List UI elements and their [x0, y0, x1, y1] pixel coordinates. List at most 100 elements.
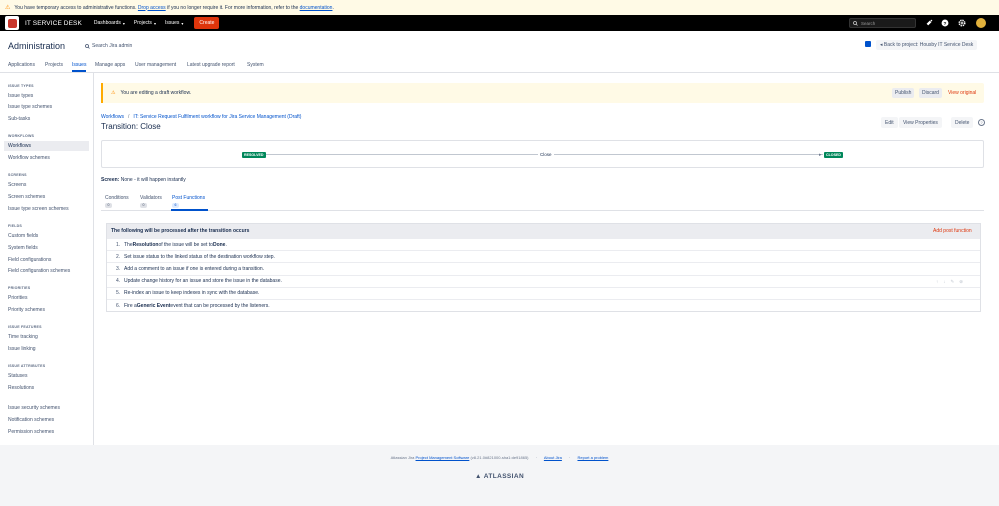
sidebar-item-screens[interactable]: Screens: [8, 182, 26, 188]
banner-suffix: .: [332, 4, 334, 11]
sidebar-item-screen-schemes[interactable]: Screen schemes: [8, 194, 45, 200]
sidebar-item-priority-schemes[interactable]: Priority schemes: [8, 307, 45, 313]
tabs-divider: [101, 210, 984, 211]
report-problem-link[interactable]: Report a problem: [577, 455, 608, 460]
banner-middle: if you no longer require it. For more in…: [167, 4, 299, 11]
row-actions: ↑ ↓ ✎ ⊗: [936, 279, 963, 285]
warning-icon: ⚠: [111, 90, 116, 96]
admin-tabs: Applications Projects Issues Manage apps…: [0, 61, 999, 73]
sidebar-item-resolutions[interactable]: Resolutions: [8, 385, 34, 391]
sidebar-section-workflows: WORKFLOWS: [8, 134, 35, 138]
back-to-project-button[interactable]: ◂ Back to project: Housby IT Service Des…: [876, 40, 978, 50]
atlassian-logo[interactable]: ▲ ATLASSIAN: [0, 473, 999, 480]
sidebar-section-issue-types: ISSUE TYPES: [8, 84, 34, 88]
admin-access-banner: ⚠ You have temporary access to administr…: [0, 0, 999, 15]
post-function-row: 3. Add a comment to an issue if one is e…: [107, 262, 980, 274]
breadcrumb-workflow[interactable]: IT: Service Request Fulfilment workflow …: [133, 114, 301, 120]
settings-gear-icon[interactable]: [957, 18, 967, 28]
pms-link[interactable]: Project Management Software: [416, 455, 470, 460]
notifications-icon[interactable]: [924, 18, 934, 28]
move-up-icon[interactable]: ↑: [936, 279, 938, 285]
transition-name: Close: [538, 152, 554, 157]
about-jira-link[interactable]: About Jira: [544, 455, 562, 460]
tab-user-management[interactable]: User management: [135, 62, 176, 72]
draft-workflow-message: ⚠ You are editing a draft workflow. Publ…: [101, 83, 984, 103]
sidebar-item-priorities[interactable]: Priorities: [8, 295, 27, 301]
global-search-input[interactable]: Search: [849, 18, 916, 28]
delete-button[interactable]: Delete: [951, 117, 974, 128]
nav-dashboards[interactable]: Dashboards ▾: [94, 20, 125, 26]
discard-button[interactable]: Discard: [919, 88, 942, 98]
sidebar-item-custom-fields[interactable]: Custom fields: [8, 233, 38, 239]
view-original-link[interactable]: View original: [948, 90, 976, 96]
page-title: Administration: [8, 41, 66, 51]
status-badge-to: CLOSED: [824, 152, 843, 158]
screen-info: Screen: None - it will happen instantly: [101, 177, 186, 183]
create-button[interactable]: Create: [194, 17, 220, 29]
sidebar-item-notification-schemes[interactable]: Notification schemes: [8, 417, 54, 423]
tab-applications[interactable]: Applications: [8, 62, 35, 72]
post-function-row: 6. Fire a Generic Event event that can b…: [107, 298, 980, 311]
sidebar-item-issue-security-schemes[interactable]: Issue security schemes: [8, 405, 60, 411]
screen-label: Screen:: [101, 177, 120, 183]
post-function-row: 2. Set issue status to the linked status…: [107, 250, 980, 262]
edit-icon[interactable]: ✎: [951, 279, 955, 285]
help-icon[interactable]: ?: [978, 119, 985, 126]
view-properties-button[interactable]: View Properties: [899, 117, 942, 128]
screen-value: None - it will happen instantly: [120, 177, 186, 183]
search-icon: [853, 20, 858, 26]
nav-projects[interactable]: Projects ▾: [134, 20, 156, 26]
sidebar-section-issue-features: ISSUE FEATURES: [8, 325, 42, 329]
sidebar-item-workflow-schemes[interactable]: Workflow schemes: [8, 155, 50, 161]
count-badge: 0: [105, 203, 112, 208]
sidebar-section-priorities: PRIORITIES: [8, 286, 31, 290]
post-function-row: 4. Update change history for an issue an…: [107, 274, 980, 287]
tab-conditions[interactable]: Conditions 0: [105, 195, 129, 208]
nav-issues[interactable]: Issues ▾: [165, 20, 183, 26]
sidebar-item-statuses[interactable]: Statuses: [8, 373, 27, 379]
sidebar-item-issue-type-schemes[interactable]: Issue type schemes: [8, 104, 52, 110]
tab-post-functions[interactable]: Post Functions 6: [172, 195, 205, 208]
count-badge: 6: [172, 203, 179, 208]
edit-button[interactable]: Edit: [881, 117, 898, 128]
active-tab-indicator: [171, 209, 208, 211]
sidebar-item-issue-type-screen-schemes[interactable]: Issue type screen schemes: [8, 206, 69, 212]
sidebar-item-field-configuration-schemes[interactable]: Field configuration schemes: [8, 268, 70, 274]
help-icon[interactable]: ?: [940, 18, 950, 28]
brand-title[interactable]: IT SERVICE DESK: [25, 20, 82, 27]
footer-links: Atlassian Jira Project Management Softwa…: [390, 455, 609, 460]
sidebar-section-screens: SCREENS: [8, 173, 27, 177]
post-functions-header: The following will be processed after th…: [107, 224, 980, 238]
app-logo-icon[interactable]: [5, 16, 19, 30]
top-navigation: IT SERVICE DESK Dashboards ▾ Projects ▾ Is…: [0, 15, 999, 31]
tab-validators[interactable]: Validators 0: [140, 195, 162, 208]
publish-button[interactable]: Publish: [892, 88, 915, 98]
drop-access-link[interactable]: Drop access: [138, 5, 166, 11]
tab-issues[interactable]: Issues: [72, 62, 87, 72]
sidebar-item-field-configurations[interactable]: Field configurations: [8, 257, 51, 263]
sidebar-item-permission-schemes[interactable]: Permission schemes: [8, 429, 54, 435]
tab-projects[interactable]: Projects: [45, 62, 63, 72]
tab-manage-apps[interactable]: Manage apps: [95, 62, 125, 72]
svg-text:?: ?: [944, 21, 947, 27]
draft-message-text: You are editing a draft workflow.: [120, 90, 192, 96]
tab-latest-upgrade-report[interactable]: Latest upgrade report: [187, 62, 235, 72]
breadcrumb-workflows[interactable]: Workflows: [101, 114, 124, 120]
sidebar-item-time-tracking[interactable]: Time tracking: [8, 334, 38, 340]
sidebar-item-system-fields[interactable]: System fields: [8, 245, 38, 251]
documentation-link[interactable]: documentation: [300, 5, 333, 11]
sidebar-section-fields: FIELDS: [8, 224, 22, 228]
add-post-function-link[interactable]: Add post function: [933, 228, 972, 234]
post-function-row: 5. Re-index an issue to keep indexes in …: [107, 286, 980, 299]
sidebar-item-issue-types[interactable]: Issue types: [8, 93, 33, 99]
tab-system[interactable]: System: [247, 62, 264, 72]
sidebar-item-issue-linking[interactable]: Issue linking: [8, 346, 36, 352]
search-jira-admin[interactable]: Search Jira admin: [85, 43, 132, 49]
sidebar-item-sub-tasks[interactable]: Sub-tasks: [8, 116, 30, 122]
breadcrumb: Workflows / IT: Service Request Fulfilme…: [101, 114, 301, 120]
user-avatar[interactable]: [976, 18, 986, 28]
move-down-icon[interactable]: ↓: [943, 279, 945, 285]
sidebar-item-workflows[interactable]: Workflows: [4, 141, 89, 151]
feedback-icon[interactable]: [865, 41, 871, 47]
delete-icon[interactable]: ⊗: [959, 279, 963, 285]
